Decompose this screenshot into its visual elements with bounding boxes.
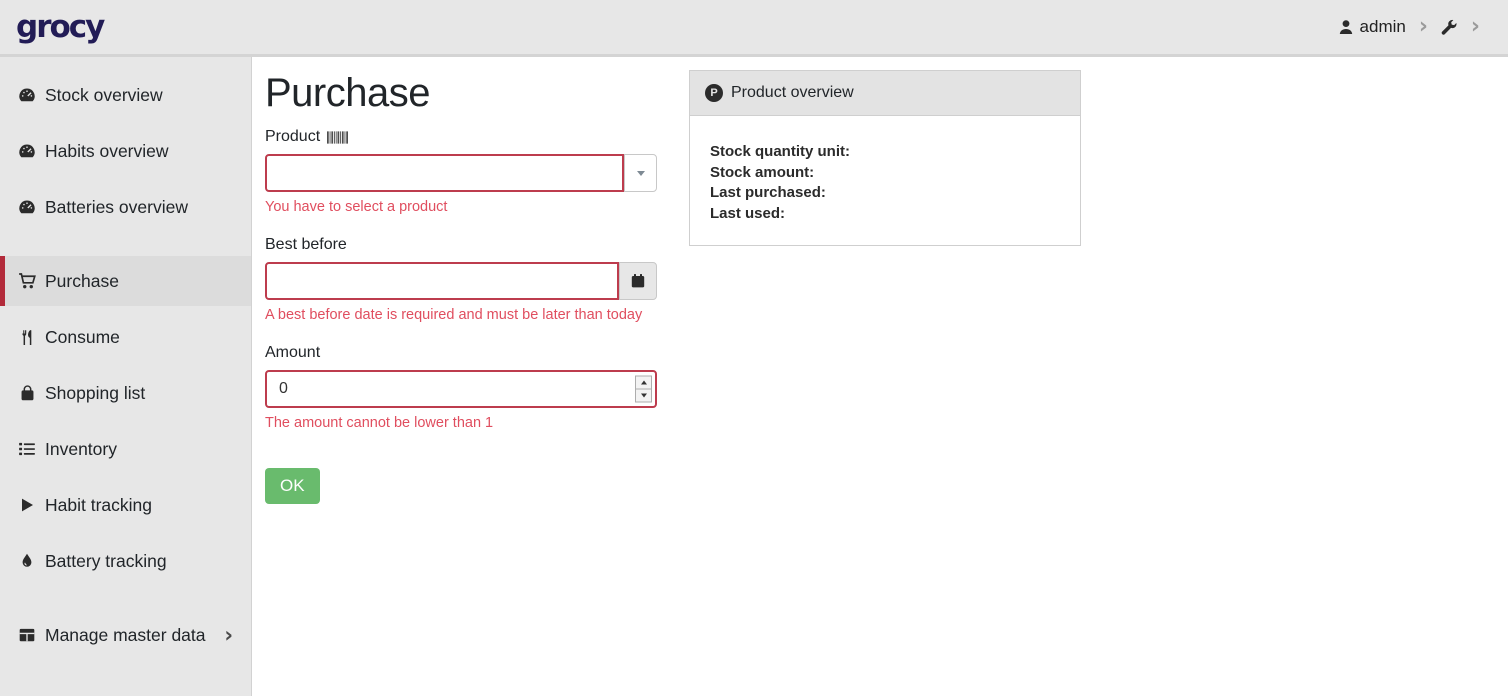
sidebar-item-label: Habits overview [45,141,169,162]
sidebar-item-consume[interactable]: Consume [0,312,251,362]
amount-label: Amount [265,344,657,362]
product-overview-card: P Product overview Stock quantity unit: … [689,70,1081,246]
best-before-label: Best before [265,236,657,254]
chevron-right-icon[interactable]: › [1417,16,1430,38]
sidebar-item-inventory[interactable]: Inventory [0,424,251,474]
wrench-icon [1441,19,1458,36]
user-menu[interactable]: admin [1338,17,1406,37]
amount-error-text: The amount cannot be lower than 1 [265,415,657,431]
amount-input[interactable] [265,370,657,408]
product-error-text: You have to select a product [265,199,657,215]
sidebar-item-label: Habit tracking [45,495,152,516]
shopping-cart-icon [18,272,36,290]
purchase-form: Product You have to select a product [265,128,657,504]
best-before-error-text: A best before date is required and must … [265,307,657,323]
navbar-right: admin › › [1338,16,1482,38]
amount-input-wrap [265,370,657,408]
user-name: admin [1360,17,1406,37]
droplet-icon [18,553,36,569]
user-icon [1338,19,1354,35]
sidebar-item-battery-tracking[interactable]: Battery tracking [0,536,251,586]
product-overview-body: Stock quantity unit: Stock amount: Last … [690,116,1080,245]
sidebar-item-habit-tracking[interactable]: Habit tracking [0,480,251,530]
spinner-up-icon [641,381,647,385]
overview-field-last-used: Last used: [710,204,1060,225]
shopping-bag-icon [18,385,36,402]
calendar-icon [630,273,646,289]
sidebar-item-stock-overview[interactable]: Stock overview [0,70,251,120]
chevron-right-icon[interactable]: › [1469,16,1482,38]
list-icon [18,440,36,458]
product-label: Product [265,128,657,146]
sidebar-item-label: Purchase [45,271,119,292]
settings-menu[interactable] [1441,19,1458,36]
sidebar-item-manage-master-data[interactable]: Manage master data › [0,610,251,660]
gauge-icon [18,198,36,216]
sidebar-item-label: Consume [45,327,120,348]
sidebar-item-label: Battery tracking [45,551,167,572]
calendar-button[interactable] [619,262,657,300]
product-label-text: Product [265,128,320,146]
product-hunt-icon: P [705,84,723,102]
product-field-group: Product You have to select a product [265,128,657,215]
number-spinner[interactable] [635,376,652,403]
play-icon [18,497,36,513]
best-before-input-group [265,262,657,300]
sidebar-item-label: Shopping list [45,383,145,404]
sidebar-item-label: Manage master data [45,625,206,646]
product-input[interactable] [265,154,624,192]
product-overview-header: P Product overview [690,71,1080,116]
table-icon [18,626,36,644]
overview-field-last-purchased: Last purchased: [710,183,1060,204]
gauge-icon [18,142,36,160]
product-input-group [265,154,657,192]
spinner-down-icon [641,394,647,398]
best-before-input[interactable] [265,262,619,300]
overview-field-stock-amount: Stock amount: [710,163,1060,184]
main-content: Purchase Product You [252,57,1508,696]
grocy-app: grocy admin › › Stock overview [0,0,1508,696]
barcode-icon [327,131,348,144]
sidebar: Stock overview Habits overview Batteries… [0,57,252,696]
amount-field-group: Amount The amount cannot be lower than 1 [265,344,657,431]
overview-field-stock-quantity-unit: Stock quantity unit: [710,142,1060,163]
product-dropdown-button[interactable] [624,154,657,192]
sidebar-item-habits-overview[interactable]: Habits overview [0,126,251,176]
sidebar-item-purchase[interactable]: Purchase [0,256,251,306]
top-navbar: grocy admin › › [0,0,1508,57]
caret-down-icon [637,171,645,176]
sidebar-item-shopping-list[interactable]: Shopping list [0,368,251,418]
utensils-icon [18,329,36,346]
chevron-right-icon: › [224,623,233,647]
sidebar-item-label: Batteries overview [45,197,188,218]
gauge-icon [18,86,36,104]
sidebar-item-label: Inventory [45,439,117,460]
sidebar-item-label: Stock overview [45,85,163,106]
product-overview-title: Product overview [731,84,854,102]
ok-button[interactable]: OK [265,468,320,504]
best-before-field-group: Best before A best before date is requir… [265,236,657,323]
brand-logo[interactable]: grocy [16,9,103,45]
sidebar-item-batteries-overview[interactable]: Batteries overview [0,182,251,232]
